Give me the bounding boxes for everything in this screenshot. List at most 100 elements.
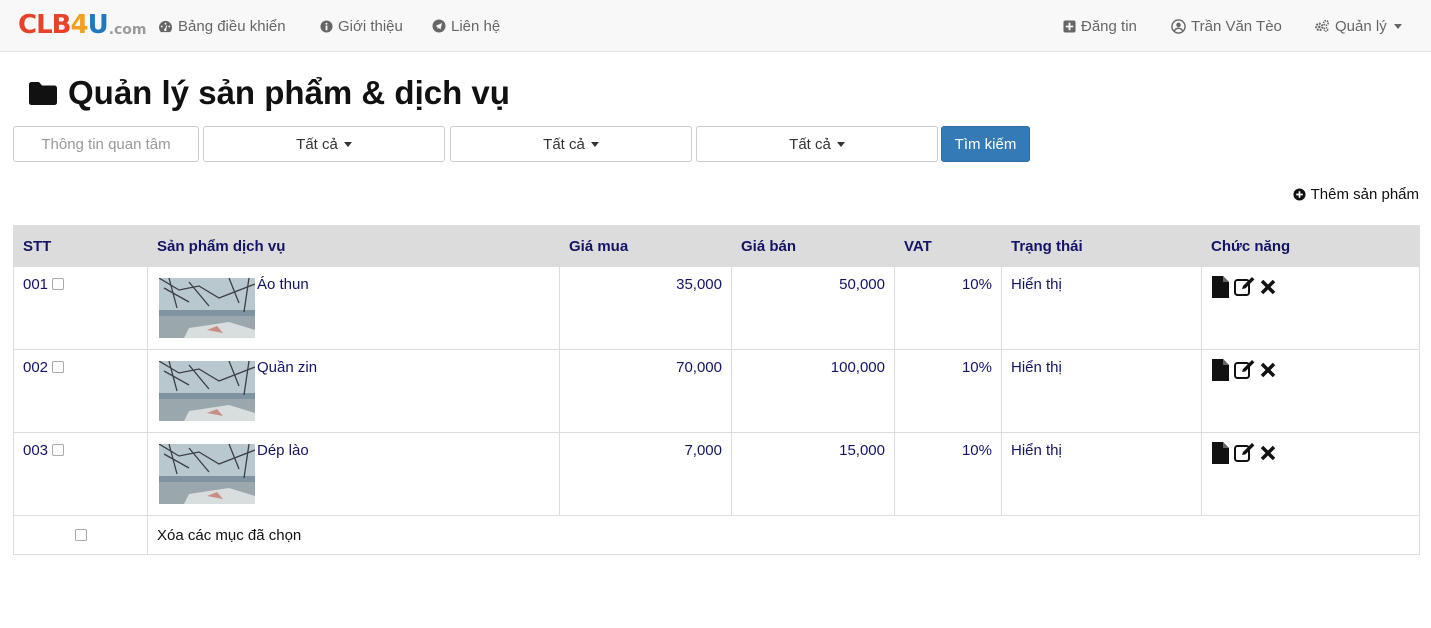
- plus-square-icon: [1063, 19, 1076, 33]
- product-name[interactable]: Áo thun: [257, 276, 309, 293]
- delete-icon[interactable]: [1260, 445, 1276, 461]
- product-thumbnail[interactable]: [159, 278, 255, 338]
- cell-actions: [1201, 432, 1420, 516]
- edit-icon[interactable]: [1234, 360, 1256, 380]
- cogs-icon: [1315, 19, 1329, 32]
- cell-product: Áo thun: [147, 266, 560, 350]
- nav-manage-dropdown[interactable]: Quản lý: [1314, 0, 1402, 52]
- filter-dropdown-3-value: Tất cả: [789, 135, 831, 153]
- header-stt[interactable]: STT: [13, 225, 148, 267]
- logo[interactable]: CLB 4 U .com: [18, 9, 147, 39]
- caret-down-icon: [1393, 23, 1402, 29]
- send-icon: [432, 19, 446, 33]
- cell-buy-price: 70,000: [559, 349, 732, 433]
- nav-about[interactable]: Giới thiệu: [320, 0, 403, 52]
- navbar: CLB 4 U .com Bảng điều khiển Giới thiệu Liê…: [0, 0, 1431, 52]
- cell-stt: 001: [13, 266, 148, 350]
- dashboard-icon: [159, 20, 173, 32]
- add-product-link[interactable]: Thêm sản phẩm: [1293, 184, 1419, 204]
- page-title: Quản lý sản phẩm & dịch vụ: [27, 72, 510, 114]
- nav-manage-label: Quản lý: [1335, 17, 1387, 35]
- products-table: STT Sản phẩm dịch vụ Giá mua Giá bán VAT…: [13, 225, 1420, 555]
- cell-stt: 002: [13, 349, 148, 433]
- bulk-actions-row: Xóa các mục đã chọn: [13, 515, 1420, 555]
- filter-dropdown-3[interactable]: Tất cả: [696, 126, 938, 162]
- page-title-text: Quản lý sản phẩm & dịch vụ: [68, 74, 510, 111]
- edit-icon[interactable]: [1234, 277, 1256, 297]
- filter-dropdown-1-value: Tất cả: [296, 135, 338, 153]
- row-number: 001: [23, 276, 49, 293]
- user-icon: [1171, 18, 1186, 34]
- logo-text-u: U: [87, 10, 109, 40]
- product-name[interactable]: Dép lào: [257, 442, 309, 459]
- cell-status: Hiển thị: [1001, 432, 1202, 516]
- nav-contact-label: Liên hệ: [451, 17, 501, 35]
- logo-text-clb: CLB: [18, 10, 71, 40]
- file-icon[interactable]: [1211, 359, 1230, 381]
- cell-select-all: [13, 515, 148, 555]
- filter-dropdown-1[interactable]: Tất cả: [203, 126, 445, 162]
- row-number: 002: [23, 359, 49, 376]
- caret-down-icon: [343, 141, 352, 147]
- nav-post[interactable]: Đăng tin: [1063, 0, 1137, 52]
- cell-product: Quần zin: [147, 349, 560, 433]
- product-thumbnail[interactable]: [159, 444, 255, 504]
- plus-circle-icon: [1293, 187, 1306, 201]
- table-row: 001 Áo thun 35,000 50,000 10% Hiển thị: [13, 266, 1420, 350]
- header-actions: Chức năng: [1201, 225, 1420, 267]
- edit-icon[interactable]: [1234, 443, 1256, 463]
- cell-vat: 10%: [894, 266, 1002, 350]
- table-row: 002 Quần zin 70,000 100,000 10% Hiển thị: [13, 349, 1420, 433]
- logo-text-com: .com: [108, 22, 147, 38]
- caret-down-icon: [836, 141, 845, 147]
- nav-dashboard[interactable]: Bảng điều khiển: [158, 0, 286, 52]
- nav-about-label: Giới thiệu: [338, 17, 403, 35]
- logo-text-4: 4: [70, 10, 88, 40]
- table-row: 003 Dép lào 7,000 15,000 10% Hiển thị: [13, 432, 1420, 516]
- header-buy-price[interactable]: Giá mua: [559, 225, 732, 267]
- cell-status: Hiển thị: [1001, 266, 1202, 350]
- filter-dropdown-2[interactable]: Tất cả: [450, 126, 692, 162]
- product-name[interactable]: Quần zin: [257, 359, 317, 376]
- delete-icon[interactable]: [1260, 362, 1276, 378]
- header-product[interactable]: Sản phẩm dịch vụ: [147, 225, 560, 267]
- nav-dashboard-label: Bảng điều khiển: [178, 17, 286, 35]
- delete-icon[interactable]: [1260, 279, 1276, 295]
- cell-vat: 10%: [894, 349, 1002, 433]
- header-status[interactable]: Trạng thái: [1001, 225, 1202, 267]
- cell-vat: 10%: [894, 432, 1002, 516]
- table-header-row: STT Sản phẩm dịch vụ Giá mua Giá bán VAT…: [13, 225, 1420, 267]
- row-checkbox[interactable]: [52, 361, 65, 373]
- header-sell-price[interactable]: Giá bán: [731, 225, 895, 267]
- row-number: 003: [23, 442, 49, 459]
- nav-post-label: Đăng tin: [1081, 17, 1137, 35]
- cell-sell-price: 100,000: [731, 349, 895, 433]
- cell-sell-price: 50,000: [731, 266, 895, 350]
- cell-status: Hiển thị: [1001, 349, 1202, 433]
- row-checkbox[interactable]: [52, 444, 65, 456]
- delete-selected-link[interactable]: Xóa các mục đã chọn: [147, 515, 1420, 555]
- header-vat[interactable]: VAT: [894, 225, 1002, 267]
- row-checkbox[interactable]: [52, 278, 65, 290]
- cell-buy-price: 7,000: [559, 432, 732, 516]
- cell-buy-price: 35,000: [559, 266, 732, 350]
- caret-down-icon: [590, 141, 599, 147]
- nav-user-label: Trần Văn Tèo: [1191, 17, 1282, 35]
- add-product-label: Thêm sản phẩm: [1310, 185, 1419, 203]
- filter-dropdown-2-value: Tất cả: [543, 135, 585, 153]
- cell-stt: 003: [13, 432, 148, 516]
- nav-contact[interactable]: Liên hệ: [432, 0, 500, 52]
- cell-sell-price: 15,000: [731, 432, 895, 516]
- info-icon: [320, 19, 333, 33]
- search-button[interactable]: Tìm kiếm: [941, 126, 1030, 162]
- cell-actions: [1201, 266, 1420, 350]
- product-thumbnail[interactable]: [159, 361, 255, 421]
- select-all-checkbox[interactable]: [74, 528, 87, 541]
- search-input[interactable]: [13, 126, 199, 162]
- cell-product: Dép lào: [147, 432, 560, 516]
- file-icon[interactable]: [1211, 276, 1230, 298]
- file-icon[interactable]: [1211, 442, 1230, 464]
- folder-icon: [29, 81, 57, 105]
- nav-user[interactable]: Trần Văn Tèo: [1171, 0, 1282, 52]
- cell-actions: [1201, 349, 1420, 433]
